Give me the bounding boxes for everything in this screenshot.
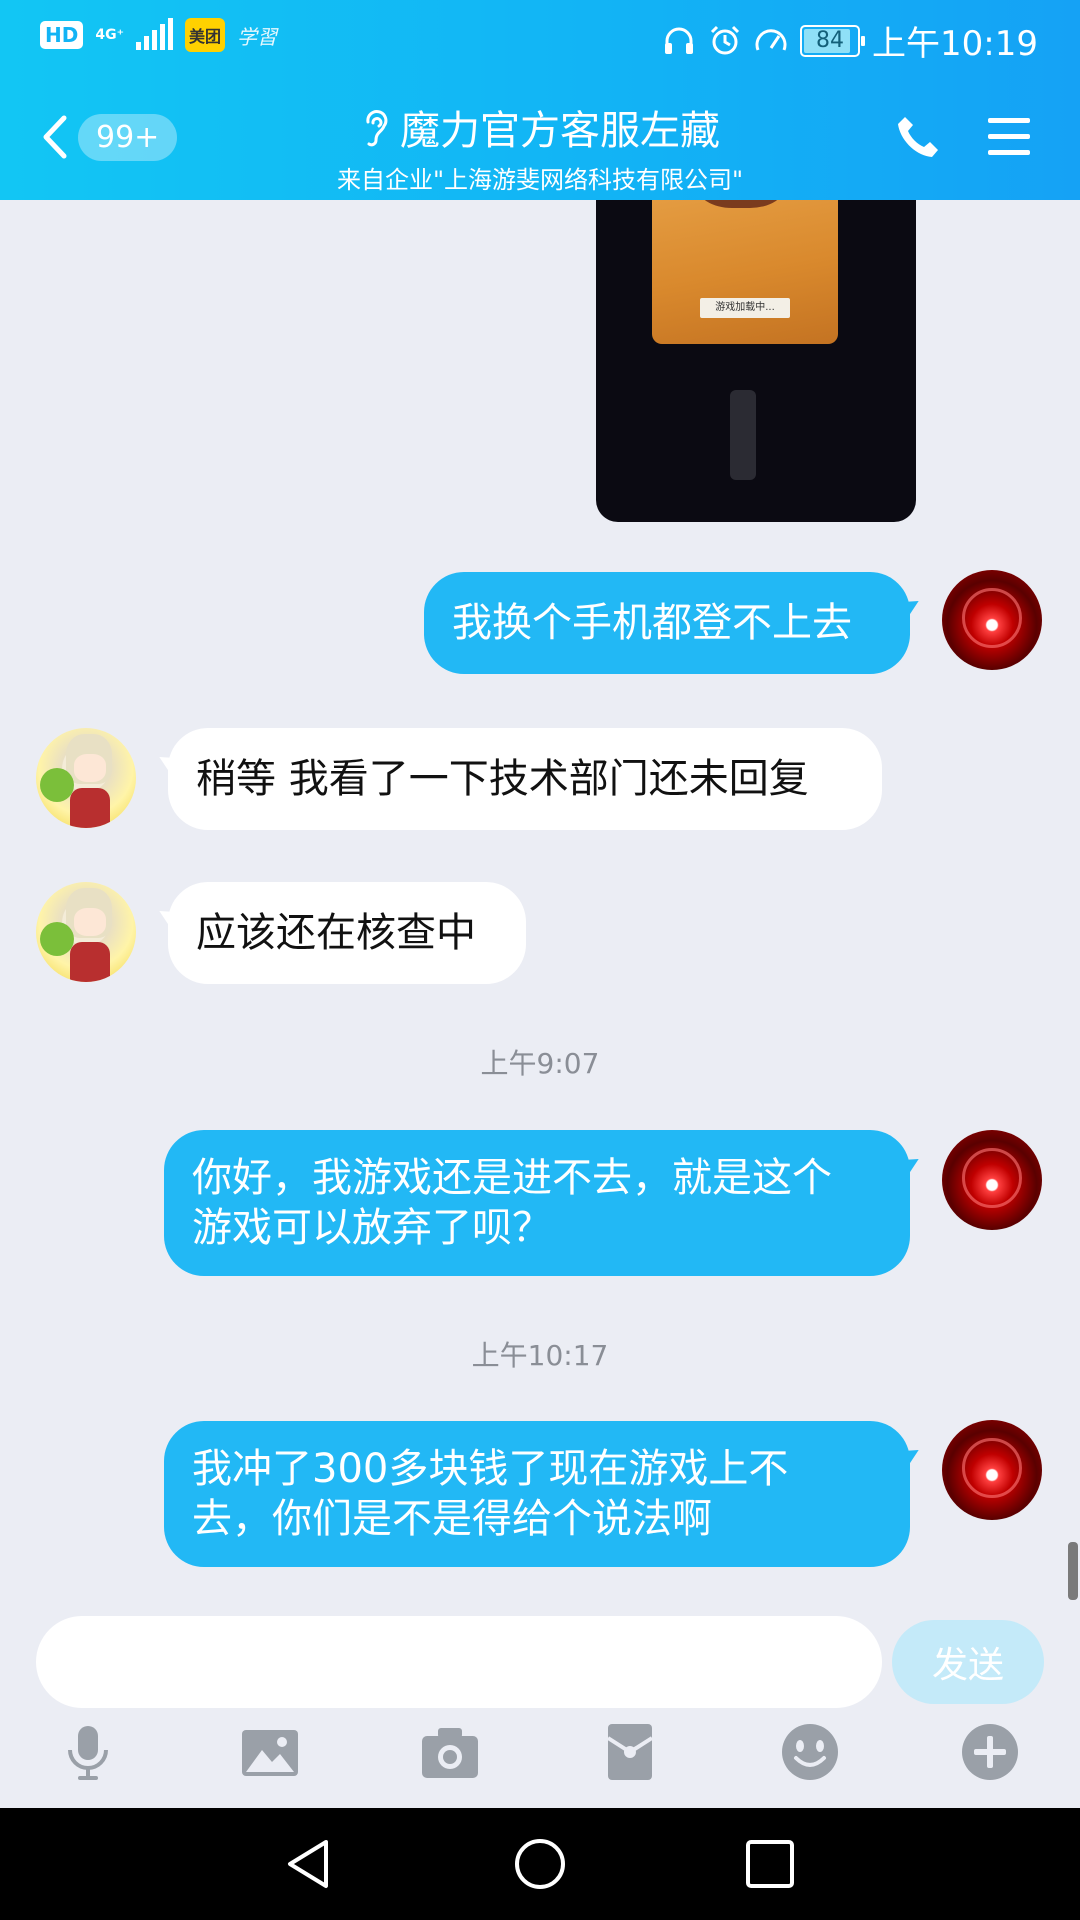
my-avatar[interactable] [942,1420,1042,1520]
message-text: 应该还在核查中 [196,910,476,956]
system-navigation-bar [0,1808,1080,1920]
photo-phone-screen: 游戏加载中... [652,200,838,344]
ear-icon [366,110,388,147]
my-avatar[interactable] [942,570,1042,670]
photo-cable [730,390,756,480]
back-triangle-icon[interactable] [280,1836,336,1892]
hd-icon: HD [40,21,84,49]
agent-avatar[interactable] [36,728,136,828]
image-icon[interactable] [238,1720,302,1784]
chat-title[interactable]: 魔力官方客服左藏 [360,98,720,156]
photo-game-art [696,200,786,208]
header: HD 4G⁺ 美团 学習 84 上午10:19 99+ 魔力官方客服左藏 来自企… [0,0,1080,200]
status-time: 上午10:19 [872,24,1038,64]
message-text-line: 去，你们是不是得给个说法啊 [192,1496,712,1542]
home-circle-icon[interactable] [512,1836,568,1892]
send-button[interactable]: 发送 [892,1620,1044,1704]
message-bubble-incoming[interactable]: 稍等 我看了一下技术部门还未回复 [168,728,882,830]
signal-icon [135,18,173,50]
message-text-line: 游戏可以放弃了呗？ [192,1205,552,1251]
battery-icon: 84 [800,24,866,57]
timestamp: 上午9:07 [480,1047,600,1080]
message-bubble-outgoing[interactable]: 我冲了300多块钱了现在游戏上不 去，你们是不是得给个说法啊 [164,1421,910,1567]
plus-icon[interactable] [958,1720,1022,1784]
emoji-icon[interactable] [778,1720,842,1784]
red-packet-icon[interactable] [598,1720,662,1784]
camera-icon[interactable] [418,1720,482,1784]
timestamp: 上午10:17 [471,1339,609,1372]
my-avatar[interactable] [942,1130,1042,1230]
agent-avatar[interactable] [36,882,136,982]
headphones-icon [665,27,694,54]
message-text-line: 我冲了300多块钱了现在游戏上不 [192,1446,789,1492]
company-subtitle: 来自企业"上海游斐网络科技有限公司" [336,166,744,194]
photo-loading-text: 游戏加载中... [700,298,790,318]
message-bubble-outgoing[interactable]: 你好，我游戏还是进不去，就是这个 游戏可以放弃了呗？ [164,1130,910,1276]
recent-apps-square-icon[interactable] [742,1836,798,1892]
message-text-line: 你好，我游戏还是进不去，就是这个 [192,1155,832,1201]
message-input[interactable] [36,1616,882,1708]
network-type: 4G⁺ [95,26,124,43]
meituan-app-icon: 美团 [184,18,225,52]
alarm-icon [710,25,740,54]
contact-name: 魔力官方客服左藏 [400,108,720,154]
scrollbar[interactable] [1068,1542,1078,1600]
image-message[interactable]: 游戏加载中... [596,200,916,522]
battery-level: 84 [816,28,845,53]
chat-nav-bar: 99+ 魔力官方客服左藏 来自企业"上海游斐网络科技有限公司" [0,92,1080,194]
input-toolbar [0,1720,1080,1800]
message-bubble-incoming[interactable]: 应该还在核查中 [168,882,526,984]
message-text: 稍等 我看了一下技术部门还未回复 [196,756,809,802]
status-bar: HD 4G⁺ 美团 学習 84 上午10:19 [0,0,1080,72]
message-list[interactable]: 游戏加载中... 我换个手机都登不上去 稍等 我看了一下技术部门还未回复 应该还… [0,200,1080,1600]
speed-icon [755,28,787,51]
xuexi-app-icon: 学習 [236,24,277,49]
phone-call-icon[interactable] [896,114,940,160]
menu-icon[interactable] [986,114,1032,158]
input-area: 发送 [0,1600,1080,1808]
message-bubble-outgoing[interactable]: 我换个手机都登不上去 [424,572,910,674]
microphone-icon[interactable] [56,1720,120,1784]
message-text: 我换个手机都登不上去 [452,600,852,646]
